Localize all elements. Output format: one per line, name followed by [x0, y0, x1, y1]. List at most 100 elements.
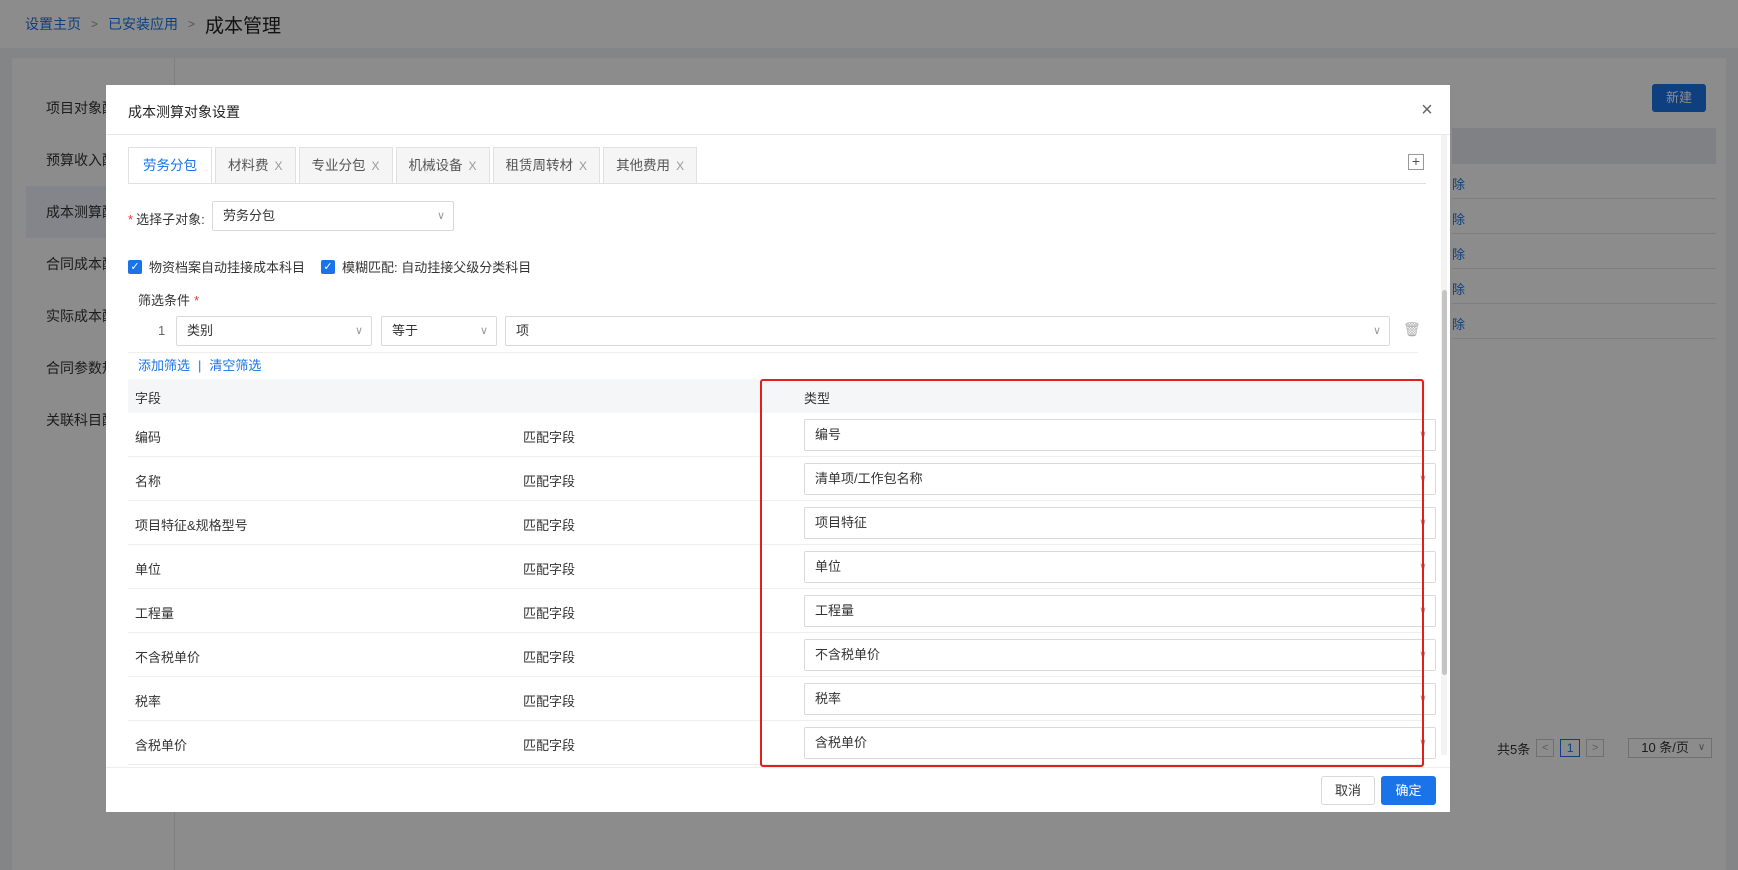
column-header-field: 字段: [135, 391, 162, 406]
auto-link-label: 物资档案自动挂接成本科目: [149, 260, 306, 275]
type-select[interactable]: 项目特征 ∨: [804, 507, 1436, 539]
tab-label: 其他费用: [616, 158, 671, 173]
tab-other-expenses[interactable]: 其他费用 X: [603, 147, 698, 184]
table-row: 工程量 匹配字段 工程量 ∨: [128, 589, 1436, 633]
type-value: 项目特征: [815, 515, 868, 530]
tab-machinery-equipment[interactable]: 机械设备 X: [395, 147, 490, 184]
chevron-down-icon: ∨: [1418, 605, 1427, 617]
cost-estimate-object-settings-dialog: 成本测算对象设置 × 劳务分包 材料费 X 专业分包 X 机械设备 X 租赁周转…: [106, 85, 1450, 812]
tab-label: 材料费: [228, 158, 269, 173]
confirm-button[interactable]: 确定: [1381, 776, 1436, 805]
filter-title-text: 筛选条件: [138, 293, 191, 308]
type-value: 清单项/工作包名称: [815, 471, 923, 486]
match-field-label: 匹配字段: [523, 606, 576, 621]
filter-field-select[interactable]: 类别 ∨: [176, 316, 372, 346]
field-name: 工程量: [135, 606, 175, 621]
match-field-label: 匹配字段: [523, 650, 576, 665]
auto-link-checkbox[interactable]: ✓: [128, 259, 142, 274]
match-field-label: 匹配字段: [523, 738, 576, 753]
tab-close-icon[interactable]: X: [579, 148, 587, 184]
sub-object-select[interactable]: 劳务分包 ∨: [212, 201, 454, 231]
tab-close-icon[interactable]: X: [372, 148, 380, 184]
tab-labor-subcontract[interactable]: 劳务分包: [128, 147, 212, 184]
chevron-down-icon: ∨: [354, 325, 363, 337]
filter-field-value: 类别: [187, 323, 214, 338]
chevron-down-icon: ∨: [1372, 325, 1381, 337]
tab-close-icon[interactable]: X: [469, 148, 477, 184]
field-name: 名称: [135, 474, 162, 489]
type-value: 工程量: [815, 603, 855, 618]
fuzzy-match-checkbox[interactable]: ✓: [321, 259, 336, 274]
sub-object-label: * 选择子对象:: [128, 209, 205, 228]
chevron-down-icon: ∨: [1418, 517, 1427, 529]
modal-header: 成本测算对象设置 ×: [106, 85, 1450, 135]
modal-scrollbar-thumb[interactable]: [1442, 290, 1447, 675]
chevron-down-icon: ∨: [479, 325, 488, 337]
filter-divider: [128, 352, 1418, 353]
type-value: 单位: [815, 559, 842, 574]
type-select[interactable]: 编号 ∨: [804, 419, 1436, 451]
modal-footer: [106, 767, 1450, 812]
tab-label: 劳务分包: [143, 158, 197, 173]
type-select[interactable]: 含税单价 ∨: [804, 727, 1436, 759]
add-tab-icon[interactable]: +: [1408, 154, 1424, 170]
fuzzy-match-label: 模糊匹配: 自动挂接父级分类科目: [342, 260, 532, 275]
match-field-label: 匹配字段: [523, 518, 576, 533]
add-filter-link[interactable]: 添加筛选: [138, 358, 190, 373]
type-value: 税率: [815, 691, 842, 706]
type-select[interactable]: 清单项/工作包名称 ∨: [804, 463, 1436, 495]
table-row: 含税单价 匹配字段 含税单价 ∨: [128, 721, 1436, 765]
filter-operator-value: 等于: [392, 323, 419, 338]
column-header-type: 类型: [804, 391, 831, 406]
filter-actions-divider: |: [198, 358, 202, 373]
table-row: 税率 匹配字段 税率 ∨: [128, 677, 1436, 721]
chevron-down-icon: ∨: [1418, 693, 1427, 705]
field-name: 含税单价: [135, 738, 188, 753]
tab-close-icon[interactable]: X: [676, 148, 684, 184]
modal-title: 成本测算对象设置: [128, 104, 240, 120]
filter-index: 1: [158, 323, 166, 338]
chevron-down-icon: ∨: [1418, 737, 1427, 749]
close-icon[interactable]: ×: [1414, 97, 1440, 123]
filter-value-select[interactable]: 项 ∨: [505, 316, 1390, 346]
required-mark: *: [194, 293, 200, 308]
type-value: 含税单价: [815, 735, 868, 750]
type-value: 编号: [815, 427, 842, 442]
field-name: 编码: [135, 430, 162, 445]
cancel-button[interactable]: 取消: [1321, 776, 1375, 805]
match-field-label: 匹配字段: [523, 430, 576, 445]
type-select[interactable]: 不含税单价 ∨: [804, 639, 1436, 671]
chevron-down-icon: ∨: [1418, 561, 1427, 573]
filter-title: 筛选条件 *: [138, 290, 199, 309]
table-row: 编码 匹配字段 编号 ∨: [128, 413, 1436, 457]
table-row: 名称 匹配字段 清单项/工作包名称 ∨: [128, 457, 1436, 501]
chevron-down-icon: ∨: [1418, 473, 1427, 485]
tab-close-icon[interactable]: X: [275, 148, 283, 184]
chevron-down-icon: ∨: [1418, 429, 1427, 441]
tab-material-cost[interactable]: 材料费 X: [215, 147, 296, 184]
filter-actions: 添加筛选 | 清空筛选: [138, 355, 261, 374]
filter-value: 项: [516, 323, 530, 338]
type-select[interactable]: 税率 ∨: [804, 683, 1436, 715]
tab-label: 机械设备: [408, 158, 463, 173]
field-name: 税率: [135, 694, 162, 709]
tab-divider: [128, 183, 1426, 184]
type-select[interactable]: 单位 ∨: [804, 551, 1436, 583]
field-mapping-table-header: 字段 类型: [128, 379, 1426, 413]
match-field-label: 匹配字段: [523, 694, 576, 709]
trash-icon[interactable]: 🗑: [1403, 321, 1421, 338]
chevron-down-icon: ∨: [1418, 649, 1427, 661]
object-tabs: 劳务分包 材料费 X 专业分包 X 机械设备 X 租赁周转材 X 其他费用 X: [128, 147, 700, 184]
clear-filter-link[interactable]: 清空筛选: [209, 358, 261, 373]
tab-rental-materials[interactable]: 租赁周转材 X: [492, 147, 601, 184]
tab-label: 租赁周转材: [505, 158, 574, 173]
filter-operator-select[interactable]: 等于 ∨: [381, 316, 497, 346]
field-name: 项目特征&规格型号: [135, 518, 248, 533]
sub-object-label-text: 选择子对象:: [136, 212, 205, 227]
tab-professional-subcontract[interactable]: 专业分包 X: [298, 147, 393, 184]
field-name: 不含税单价: [135, 650, 201, 665]
type-select[interactable]: 工程量 ∨: [804, 595, 1436, 627]
table-row: 单位 匹配字段 单位 ∨: [128, 545, 1436, 589]
type-value: 不含税单价: [815, 647, 881, 662]
field-name: 单位: [135, 562, 162, 577]
